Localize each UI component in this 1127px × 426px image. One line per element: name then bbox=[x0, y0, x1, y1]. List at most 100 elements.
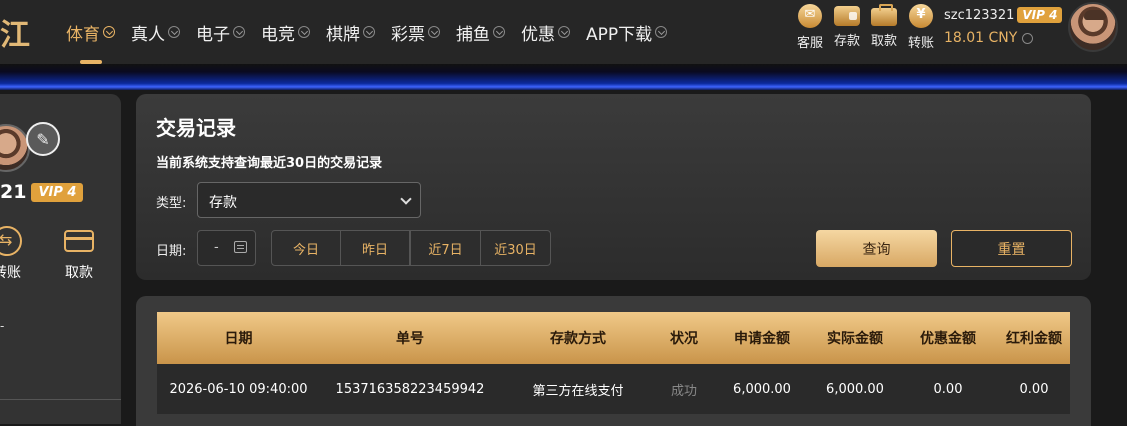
date-range-input[interactable]: - bbox=[197, 230, 256, 266]
chevron-down-icon bbox=[558, 26, 570, 38]
edit-icon: ✎ bbox=[36, 129, 50, 149]
decorative-band bbox=[0, 64, 1127, 90]
nav-item-label: 捕鱼 bbox=[456, 24, 490, 45]
range-yesterday-button[interactable]: 昨日 bbox=[340, 230, 410, 266]
query-button[interactable]: 查询 bbox=[816, 230, 937, 267]
table-cell-actual-amount: 6,000.00 bbox=[826, 381, 884, 397]
column-header: 申请金额 bbox=[734, 331, 790, 347]
chevron-down-icon bbox=[363, 26, 375, 38]
nav-item-live[interactable]: 真人 bbox=[131, 0, 180, 64]
vip-badge: VIP 4 bbox=[31, 182, 84, 202]
top-header: 江 体育 真人 电子 电竞 棋牌 彩票 捕鱼 优惠 APP下载 ✉ 客服 存款 … bbox=[0, 0, 1127, 64]
nav-item-cards[interactable]: 棋牌 bbox=[326, 0, 375, 64]
table-cell-status: 成功 bbox=[670, 383, 697, 399]
transaction-table-panel: 日期 单号 存款方式 状况 申请金额 实际金额 优惠金额 红利金额 2026-0… bbox=[136, 296, 1091, 426]
nav-item-promotions[interactable]: 优惠 bbox=[521, 0, 570, 64]
divider bbox=[0, 399, 121, 400]
transaction-table: 日期 单号 存款方式 状况 申请金额 实际金额 优惠金额 红利金额 2026-0… bbox=[157, 312, 1070, 414]
chevron-down-icon bbox=[298, 26, 310, 38]
range-30days-button[interactable]: 近30日 bbox=[480, 230, 551, 266]
column-header: 红利金额 bbox=[1006, 331, 1062, 347]
avatar[interactable] bbox=[1068, 2, 1118, 52]
balance-text: 18.01 CNY bbox=[944, 30, 1018, 46]
column-header: 实际金额 bbox=[827, 331, 883, 347]
sidebar-item: - bbox=[0, 319, 5, 333]
page-subtitle: 当前系统支持查询最近30日的交易记录 bbox=[156, 156, 383, 171]
sidebar-username: 21 VIP 4 bbox=[0, 181, 84, 203]
calendar-icon bbox=[234, 241, 247, 253]
sidebar-withdraw-button[interactable]: 取款 bbox=[64, 226, 94, 282]
nav-item-label: 优惠 bbox=[521, 24, 555, 45]
table-cell-date: 2026-06-10 09:40:00 bbox=[169, 381, 308, 397]
briefcase-icon bbox=[871, 4, 897, 26]
range-7days-button[interactable]: 近7日 bbox=[410, 230, 481, 266]
coin-icon: ¥ bbox=[909, 4, 933, 28]
header-username[interactable]: szc123321 VIP 4 bbox=[944, 7, 1063, 23]
withdraw-button[interactable]: 取款 bbox=[867, 4, 901, 49]
chevron-down-icon bbox=[1022, 32, 1034, 44]
account-sidebar: ✎ 21 VIP 4 转账 取款 - bbox=[0, 94, 121, 424]
nav-item-lottery[interactable]: 彩票 bbox=[391, 0, 440, 64]
edit-profile-button[interactable]: ✎ bbox=[26, 122, 60, 156]
range-today-button[interactable]: 今日 bbox=[271, 230, 341, 266]
nav-item-label: 电竞 bbox=[261, 24, 295, 45]
nav-item-fishing[interactable]: 捕鱼 bbox=[456, 0, 505, 64]
nav-item-app-download[interactable]: APP下载 bbox=[586, 0, 668, 64]
chevron-down-icon bbox=[493, 26, 505, 38]
table-cell-method: 第三方在线支付 bbox=[532, 383, 624, 399]
sidebar-action-label: 取款 bbox=[65, 265, 93, 281]
wallet-balance[interactable]: 18.01 CNY bbox=[944, 30, 1034, 46]
nav-item-label: 棋牌 bbox=[326, 24, 360, 45]
table-cell-order-id: 153716358223459942 bbox=[335, 381, 485, 397]
quick-label: 转账 bbox=[907, 36, 934, 51]
quick-label: 存款 bbox=[833, 34, 860, 49]
type-select[interactable]: 存款 bbox=[197, 182, 421, 218]
sidebar-avatar bbox=[0, 124, 30, 172]
table-cell-promo-amount: 0.00 bbox=[933, 381, 963, 397]
nav-item-sports[interactable]: 体育 bbox=[66, 0, 115, 64]
nav-item-slots[interactable]: 电子 bbox=[196, 0, 245, 64]
column-header: 日期 bbox=[224, 331, 253, 347]
date-label: 日期: bbox=[156, 244, 187, 259]
column-header: 存款方式 bbox=[550, 331, 606, 347]
wallet-icon bbox=[834, 6, 860, 26]
nav-item-label: 体育 bbox=[66, 24, 100, 45]
transfer-button[interactable]: ¥ 转账 bbox=[904, 4, 938, 51]
column-header: 单号 bbox=[396, 331, 424, 347]
deposit-button[interactable]: 存款 bbox=[830, 4, 864, 49]
table-row[interactable]: 2026-06-10 09:40:00 153716358223459942 第… bbox=[157, 364, 1070, 414]
reset-button[interactable]: 重置 bbox=[951, 230, 1072, 267]
date-range-value: - bbox=[214, 240, 219, 255]
quick-label: 取款 bbox=[870, 34, 897, 49]
nav-item-label: 真人 bbox=[131, 24, 165, 45]
sidebar-username-text: 21 bbox=[0, 181, 27, 203]
chevron-down-icon bbox=[168, 26, 180, 38]
vip-badge: VIP 4 bbox=[1017, 7, 1063, 23]
column-header: 优惠金额 bbox=[920, 331, 976, 347]
nav-item-esports[interactable]: 电竞 bbox=[261, 0, 310, 64]
nav-item-label: APP下载 bbox=[586, 24, 653, 45]
table-cell-bonus-amount: 0.00 bbox=[1019, 381, 1049, 397]
column-header: 状况 bbox=[670, 331, 698, 347]
username-text: szc123321 bbox=[944, 7, 1015, 23]
nav-item-label: 电子 bbox=[196, 24, 230, 45]
page-title: 交易记录 bbox=[156, 116, 236, 140]
transaction-filter-panel: 交易记录 当前系统支持查询最近30日的交易记录 类型: 存款 日期: - 今日 … bbox=[136, 94, 1091, 280]
type-select-value: 存款 bbox=[209, 195, 237, 211]
nav-item-label: 彩票 bbox=[391, 24, 425, 45]
type-label: 类型: bbox=[156, 196, 187, 211]
customer-service-button[interactable]: ✉ 客服 bbox=[793, 4, 827, 51]
chevron-down-icon bbox=[233, 26, 245, 38]
quick-label: 客服 bbox=[796, 36, 823, 51]
main-nav: 体育 真人 电子 电竞 棋牌 彩票 捕鱼 优惠 APP下载 bbox=[66, 0, 683, 64]
table-header: 日期 单号 存款方式 状况 申请金额 实际金额 优惠金额 红利金额 bbox=[157, 312, 1070, 364]
service-icon: ✉ bbox=[798, 4, 822, 28]
chevron-down-icon bbox=[103, 26, 115, 38]
table-cell-requested-amount: 6,000.00 bbox=[733, 381, 791, 397]
transfer-icon bbox=[0, 226, 22, 256]
chevron-down-icon bbox=[655, 26, 668, 38]
brand-logo[interactable]: 江 bbox=[0, 10, 32, 54]
sidebar-action-label: 转账 bbox=[0, 265, 21, 281]
sidebar-transfer-button[interactable]: 转账 bbox=[0, 226, 22, 282]
card-icon bbox=[64, 230, 94, 252]
